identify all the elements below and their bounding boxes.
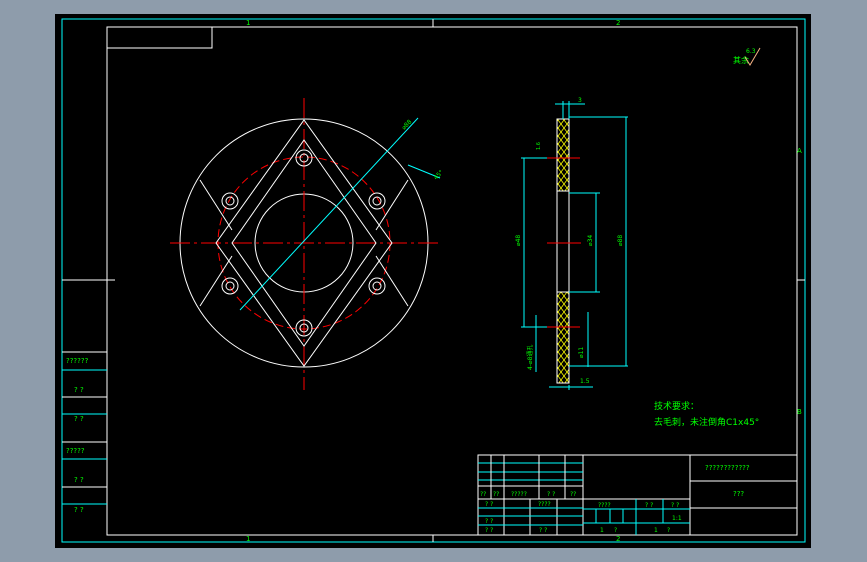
title-block-label: ????? — [511, 491, 527, 498]
title-block-label: ???? — [538, 501, 551, 508]
sheet-number: 1 — [654, 527, 658, 534]
sheet-count: 1 — [600, 527, 604, 534]
left-panel-label: ? ? — [74, 415, 84, 423]
border-mark: 1 — [246, 535, 250, 543]
cad-drawing-canvas[interactable]: 1 2 1 2 A B ?????? ? ? ? ? ????? ? ? ? ? — [0, 0, 867, 562]
title-block-label: ?? — [493, 491, 499, 498]
border-mark: 2 — [616, 19, 620, 27]
title-block-label: ? ? — [485, 527, 493, 534]
title-block-label: ?? — [480, 491, 486, 498]
dim-flat: ⌀11 — [578, 347, 585, 358]
dim-left: ⌀48 — [515, 235, 522, 246]
scale-value: 1:1 — [672, 515, 682, 522]
border-mark: 1 — [246, 19, 250, 27]
sheet-number-of: ? — [667, 527, 670, 534]
border-mark: A — [797, 147, 802, 155]
dim-bottom: 1.5 — [580, 378, 590, 385]
dim-thickness: 3 — [578, 97, 582, 104]
left-panel-label: ? ? — [74, 476, 84, 484]
title-block-label: ? ? — [485, 501, 493, 508]
left-panel-label: ? ? — [74, 386, 84, 394]
border-mark: B — [797, 408, 802, 416]
stage-label: ???? — [598, 502, 611, 509]
scale-label: ? ? — [671, 502, 679, 509]
left-panel-label: ????? — [66, 447, 85, 455]
roughness-side: 1.6 — [536, 142, 542, 150]
dim-hole: 4-⌀8通孔 — [526, 345, 534, 370]
weight-label: ? ? — [645, 502, 653, 509]
title-block-label: ? ? — [485, 518, 493, 525]
border-mark: 2 — [616, 535, 620, 543]
tech-requirements-line: 去毛刺，未注倒角C1x45° — [654, 416, 759, 428]
roughness-value: 6.3 — [746, 48, 756, 55]
title-block-label: ? ? — [547, 491, 555, 498]
drawing-background — [55, 14, 811, 548]
dim-right: ⌀88 — [617, 235, 624, 246]
dim-mid: ⌀34 — [587, 235, 594, 246]
left-panel-label: ? ? — [74, 506, 84, 514]
company-name: ??? — [733, 490, 744, 498]
left-panel-label: ?????? — [66, 357, 89, 365]
tech-requirements-title: 技术要求： — [654, 400, 699, 412]
title-block-label: ? ? — [539, 527, 547, 534]
sheet-of: ? — [614, 527, 617, 534]
drawing-name: ???????????? — [705, 464, 750, 472]
title-block-label: ?? — [570, 491, 576, 498]
